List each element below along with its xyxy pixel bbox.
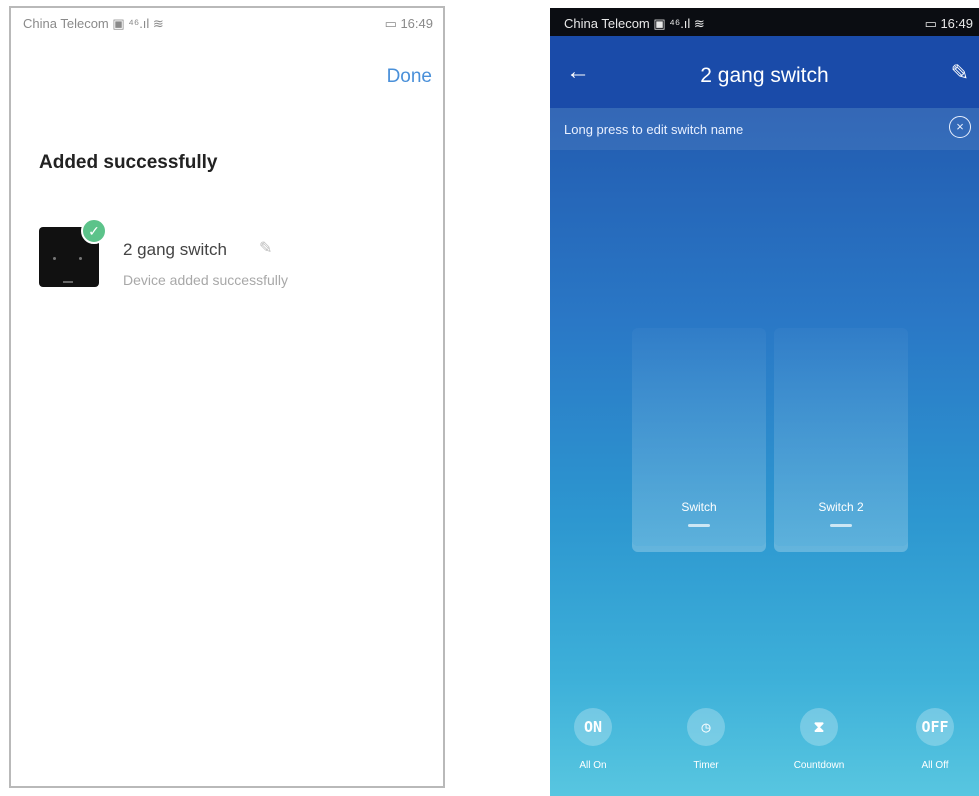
carrier-label: China Telecom ▣ ⁴⁶.ıl ≋ xyxy=(23,16,164,31)
check-icon: ✓ xyxy=(81,218,107,244)
pencil-icon[interactable]: ✎ xyxy=(259,238,272,258)
device-status: Device added successfully xyxy=(123,272,288,288)
action-label: All On xyxy=(579,760,607,771)
countdown-button[interactable]: ⧗ Countdown xyxy=(784,708,854,771)
clock-icon: ◷ xyxy=(687,708,725,746)
app-bar: ← 2 gang switch ✎ xyxy=(550,36,979,108)
hourglass-icon: ⧗ xyxy=(800,708,838,746)
off-icon: OFF xyxy=(916,708,954,746)
switch-label: Switch xyxy=(681,500,717,514)
battery-time: ▭ 16:49 xyxy=(924,16,973,31)
device-name: 2 gang switch xyxy=(123,240,227,259)
all-off-button[interactable]: OFF All Off xyxy=(900,708,970,771)
status-bar: China Telecom ▣ ⁴⁶.ıl ≋ ▭ 16:49 xyxy=(550,8,979,36)
on-icon: ON xyxy=(574,708,612,746)
all-on-button[interactable]: ON All On xyxy=(558,708,628,771)
edit-icon[interactable]: ✎ xyxy=(951,60,969,86)
added-successfully-screen: China Telecom ▣ ⁴⁶.ıl ≋ ▭ 16:49 Done Add… xyxy=(9,6,445,788)
done-button[interactable]: Done xyxy=(387,66,432,88)
timer-button[interactable]: ◷ Timer xyxy=(671,708,741,771)
close-icon[interactable]: × xyxy=(949,116,971,138)
status-bar: China Telecom ▣ ⁴⁶.ıl ≋ ▭ 16:49 xyxy=(11,8,443,36)
switch-control-screen: China Telecom ▣ ⁴⁶.ıl ≋ ▭ 16:49 ← 2 gang… xyxy=(550,8,979,796)
action-label: Timer xyxy=(693,760,719,771)
device-list-item[interactable]: ✓ 2 gang switch ✎ Device added successfu… xyxy=(39,218,429,294)
action-label: All Off xyxy=(921,760,949,771)
switch-indicator xyxy=(830,524,852,527)
switch-indicator xyxy=(688,524,710,527)
page-title: 2 gang switch xyxy=(700,64,829,87)
hint-banner: Long press to edit switch name × xyxy=(550,108,979,150)
action-label: Countdown xyxy=(793,760,845,771)
switch-2-panel[interactable]: Switch 2 xyxy=(774,328,908,546)
battery-time: ▭ 16:49 xyxy=(384,16,433,31)
page-title: Added successfully xyxy=(39,152,218,173)
hint-text: Long press to edit switch name xyxy=(564,122,744,137)
switch-label: Switch 2 xyxy=(818,500,864,514)
carrier-label: China Telecom ▣ ⁴⁶.ıl ≋ xyxy=(564,16,705,31)
switch-1-panel[interactable]: Switch xyxy=(632,328,766,546)
